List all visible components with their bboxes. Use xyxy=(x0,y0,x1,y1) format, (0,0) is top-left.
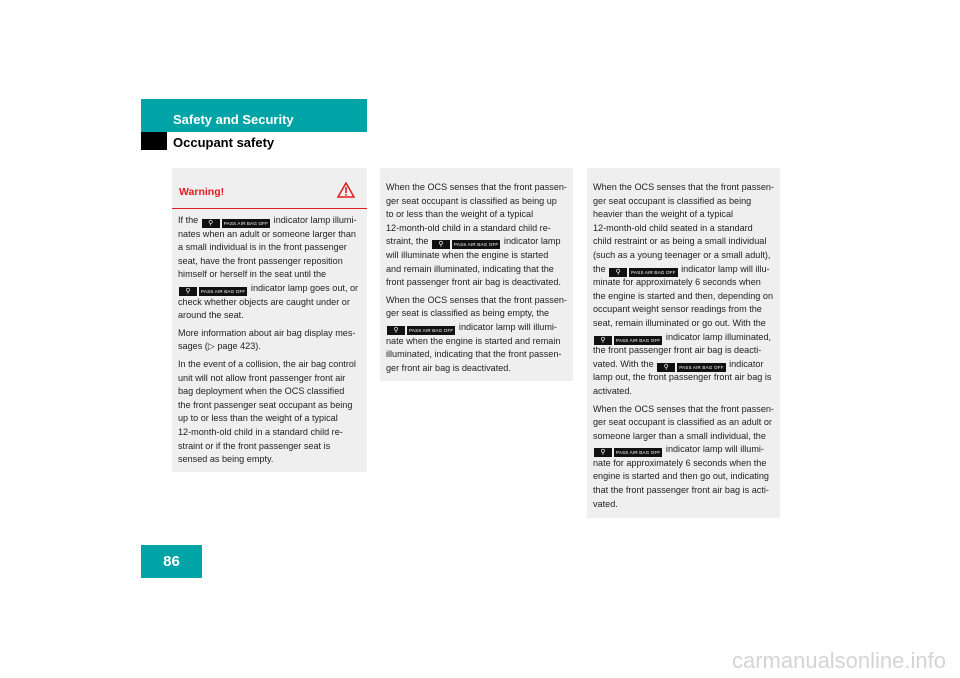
seated-child-icon: ⚲ xyxy=(179,287,197,297)
passenger-airbag-off-indicator-icon: ⚲ PASS AIR BAG OFF xyxy=(179,284,248,297)
page-number: 86 xyxy=(141,545,202,578)
text-line: When the OCS senses that the front passe… xyxy=(593,403,774,414)
text-line: sages (▷ page 423). xyxy=(178,341,261,352)
text-line: ger seat occupant is classified as being… xyxy=(386,195,557,206)
text-line: ⚲ PASS AIR BAG OFF indicator lamp will il… xyxy=(593,443,774,458)
paragraph: If the ⚲ PASS AIR BAG OFF indicator lamp … xyxy=(178,214,361,323)
warning-triangle-icon xyxy=(337,182,355,198)
section-header: Safety and Security xyxy=(141,99,367,132)
text-line: ⚲ PASS AIR BAG OFF indicator lamp will il… xyxy=(386,321,567,336)
paragraph: When the OCS senses that the front passe… xyxy=(386,181,567,290)
manual-page: Safety and Security Occupant safety Warn… xyxy=(0,0,960,678)
text-line: lamp out, the front passenger front air … xyxy=(593,372,772,383)
seated-child-icon: ⚲ xyxy=(201,219,220,229)
text-line: himself or herself in the seat until the xyxy=(178,269,327,280)
text-line: someone larger than a small individual, … xyxy=(593,430,766,441)
text-line: activated. xyxy=(593,385,632,396)
seated-child-icon: ⚲ xyxy=(387,326,405,336)
warning-box: Warning! If the ⚲ PASS AIR BAG OFF indica… xyxy=(172,168,367,472)
watermark: carmanualsonline.info xyxy=(731,648,946,673)
text-line: When the OCS senses that the front passe… xyxy=(386,294,567,305)
indicator-label: PASS AIR BAG OFF xyxy=(199,287,248,297)
text-line: the front passenger front air bag is dea… xyxy=(593,345,762,356)
text-line: More information about air bag display m… xyxy=(178,327,356,338)
text-line: around the seat. xyxy=(178,310,244,321)
passenger-airbag-off-indicator-icon: ⚲ PASS AIR BAG OFF xyxy=(657,360,726,372)
section-title: Safety and Security xyxy=(173,112,294,127)
passenger-airbag-off-indicator-icon: ⚲ PASS AIR BAG OFF xyxy=(594,333,663,345)
text-line: seat, remain illuminated or go out. With… xyxy=(593,317,766,328)
warning-title: Warning! xyxy=(179,186,225,198)
paragraph: More information about air bag display m… xyxy=(178,327,361,354)
text-line: 12-month-old child in a standard child r… xyxy=(178,426,343,437)
text-line: bag deployment when the OCS classified xyxy=(178,386,345,397)
text-line: sensed as being empty. xyxy=(178,454,274,465)
text-line: seat, have the front passenger repositio… xyxy=(178,255,343,266)
text-line: ger seat is classified as being empty, t… xyxy=(386,308,550,319)
text-line: nate for approximately 6 seconds when th… xyxy=(593,457,767,468)
text-line: vated. With the ⚲ PASS AIR BAG OFF indica… xyxy=(593,358,764,372)
text-line: illuminated, indicating that the front p… xyxy=(386,349,562,360)
text-line: check whether objects are caught under o… xyxy=(178,296,350,307)
subsection-title: Occupant safety xyxy=(173,135,275,150)
text-line: straint, the ⚲ PASS AIR BAG OFF indicator… xyxy=(386,236,561,250)
paragraph: In the event of a collision, the air bag… xyxy=(178,358,361,467)
text-line: the engine is started and then, dependin… xyxy=(593,290,773,301)
text-line: minate for approximately 6 seconds when xyxy=(593,277,761,288)
text-line: ⚲ PASS AIR BAG OFF indicator lamp goes ou… xyxy=(178,282,361,297)
text-line: vated. xyxy=(593,498,618,509)
indicator-label: PASS AIR BAG OFF xyxy=(407,326,456,336)
text-line: In the event of a collision, the air bag… xyxy=(178,358,356,369)
text-line: (such as a young teenager or a small adu… xyxy=(593,249,771,260)
paragraph: When the OCS senses that the front passe… xyxy=(593,403,774,512)
text-line: to or less than the weight of a typical xyxy=(386,209,534,220)
paragraph: When the OCS senses that the front passe… xyxy=(593,181,774,399)
text-line: ger seat occupant is classified as an ad… xyxy=(593,417,772,428)
passenger-airbag-off-indicator-icon: ⚲ PASS AIR BAG OFF xyxy=(609,265,678,277)
passenger-airbag-off-indicator-icon: ⚲ PASS AIR BAG OFF xyxy=(432,237,501,250)
text-line: a small individual is in the front passe… xyxy=(178,242,347,253)
passenger-airbag-off-indicator-icon: ⚲ PASS AIR BAG OFF xyxy=(594,445,663,458)
info-box-1: When the OCS senses that the front passe… xyxy=(380,168,573,381)
indicator-label: PASS AIR BAG OFF xyxy=(221,219,271,229)
text-line: ⚲ PASS AIR BAG OFF indicator lamp illumin… xyxy=(593,331,774,345)
warning-header: Warning! xyxy=(172,168,367,209)
passenger-airbag-off-indicator-icon: ⚲ PASS AIR BAG OFF xyxy=(387,323,456,336)
text-line: the front passenger seat occupant as bei… xyxy=(178,399,353,410)
text-line: ger front air bag is deactivated. xyxy=(386,362,511,373)
text-line: nate when the engine is started and rema… xyxy=(386,335,561,346)
text-line: If the ⚲ PASS AIR BAG OFF indicator lamp … xyxy=(178,215,357,229)
text-line: straint or if the front passenger seat i… xyxy=(178,440,331,451)
text-line: occupant weight sensor readings from the xyxy=(593,304,762,315)
text-line: will illuminate when the engine is start… xyxy=(386,249,549,260)
text-line: 12-month-old child in a standard child r… xyxy=(386,222,551,233)
text-line: the ⚲ PASS AIR BAG OFF indicator lamp wil… xyxy=(593,263,770,277)
text-line: front passenger front air bag is deactiv… xyxy=(386,277,561,288)
text-line: nates when an adult or someone larger th… xyxy=(178,228,356,239)
text-line: heavier than the weight of a typical xyxy=(593,209,734,220)
text-line: 12-month-old child seated in a standard xyxy=(593,222,753,233)
text-line: When the OCS senses that the front passe… xyxy=(593,182,774,192)
text-line: engine is started and then go out, indic… xyxy=(593,471,769,482)
text-line: up to or less than the weight of a typic… xyxy=(178,413,338,424)
text-line: ger seat occupant is classified as being xyxy=(593,195,752,206)
text-line: and remain illuminated, indicating that … xyxy=(386,263,554,274)
paragraph: When the OCS senses that the front passe… xyxy=(386,294,567,376)
text-line: When the OCS senses that the front passe… xyxy=(386,182,567,192)
text-line: that the front passenger front air bag i… xyxy=(593,485,769,496)
passenger-airbag-off-indicator-icon: ⚲ PASS AIR BAG OFF xyxy=(201,216,271,229)
text-line: child restraint or as being a small indi… xyxy=(593,236,767,247)
info-box-2: When the OCS senses that the front passe… xyxy=(587,168,780,518)
text-line: unit will not allow front passenger fron… xyxy=(178,372,346,383)
subsection-marker xyxy=(141,132,167,150)
